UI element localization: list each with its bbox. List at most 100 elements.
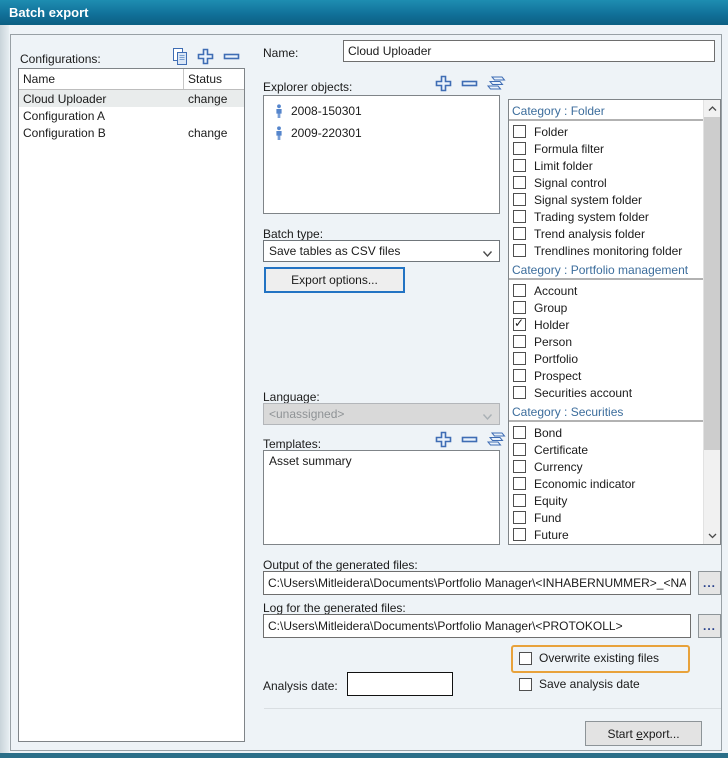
category-checkbox[interactable] bbox=[513, 318, 526, 331]
category-checkbox[interactable] bbox=[513, 284, 526, 297]
category-item[interactable]: Limit folder bbox=[509, 157, 703, 174]
copy-configuration-button[interactable] bbox=[169, 47, 190, 66]
category-header: Category : Folder bbox=[509, 100, 703, 121]
category-checkbox[interactable] bbox=[513, 142, 526, 155]
category-item[interactable]: Securities account bbox=[509, 384, 703, 401]
category-item[interactable]: Holder bbox=[509, 316, 703, 333]
category-checkbox[interactable] bbox=[513, 244, 526, 257]
category-item[interactable]: Trendlines monitoring folder bbox=[509, 242, 703, 259]
category-checkbox[interactable] bbox=[513, 443, 526, 456]
name-input[interactable] bbox=[343, 40, 715, 62]
category-item[interactable]: Portfolio bbox=[509, 350, 703, 367]
category-checkbox[interactable] bbox=[513, 511, 526, 524]
overwrite-checkbox[interactable] bbox=[519, 652, 532, 665]
category-item[interactable]: Future bbox=[509, 526, 703, 543]
person-icon bbox=[274, 126, 284, 141]
category-scrollbar[interactable] bbox=[703, 100, 720, 544]
category-item[interactable]: Trend analysis folder bbox=[509, 225, 703, 242]
remove-configuration-button[interactable] bbox=[221, 47, 242, 66]
browse-templates-button[interactable] bbox=[485, 430, 506, 449]
category-item[interactable]: Equity bbox=[509, 492, 703, 509]
category-checkbox[interactable] bbox=[513, 210, 526, 223]
column-header-status[interactable]: Status bbox=[183, 69, 244, 89]
scroll-up-icon bbox=[708, 106, 717, 112]
category-checkbox[interactable] bbox=[513, 386, 526, 399]
scroll-down-icon bbox=[708, 533, 717, 539]
category-checkbox[interactable] bbox=[513, 193, 526, 206]
plus-icon bbox=[434, 430, 453, 449]
config-row[interactable]: Cloud Uploader change bbox=[19, 90, 244, 107]
category-item-label: Certificate bbox=[534, 443, 588, 457]
category-item-label: Holder bbox=[534, 318, 569, 332]
remove-template-button[interactable] bbox=[459, 430, 480, 449]
scroll-down-button[interactable] bbox=[704, 527, 720, 544]
category-checkbox[interactable] bbox=[513, 477, 526, 490]
column-header-name[interactable]: Name bbox=[19, 69, 183, 89]
category-item-label: Group bbox=[534, 301, 567, 315]
output-browse-button[interactable]: ... bbox=[698, 571, 721, 595]
category-checkbox[interactable] bbox=[513, 528, 526, 541]
start-export-button[interactable]: Start export... bbox=[585, 721, 702, 746]
remove-explorer-object-button[interactable] bbox=[459, 74, 480, 93]
category-item-label: Fund bbox=[534, 511, 561, 525]
add-configuration-button[interactable] bbox=[195, 47, 216, 66]
config-status: change bbox=[183, 126, 244, 140]
category-item[interactable]: Person bbox=[509, 333, 703, 350]
add-template-button[interactable] bbox=[433, 430, 454, 449]
output-path-input[interactable] bbox=[263, 571, 691, 595]
config-row[interactable]: Configuration A bbox=[19, 107, 244, 124]
log-path-input[interactable] bbox=[263, 614, 691, 638]
category-item[interactable]: Group bbox=[509, 299, 703, 316]
category-item[interactable]: Bond bbox=[509, 424, 703, 441]
category-item[interactable]: Formula filter bbox=[509, 140, 703, 157]
category-checkbox[interactable] bbox=[513, 125, 526, 138]
category-item[interactable]: Account bbox=[509, 282, 703, 299]
category-item[interactable]: Currency bbox=[509, 458, 703, 475]
start-export-label: Start export... bbox=[607, 727, 679, 741]
category-item[interactable]: Certificate bbox=[509, 441, 703, 458]
category-checkbox[interactable] bbox=[513, 301, 526, 314]
footer-divider bbox=[264, 708, 721, 709]
category-checkbox[interactable] bbox=[513, 494, 526, 507]
explorer-item[interactable]: 2009-220301 bbox=[264, 122, 499, 144]
explorer-item[interactable]: 2008-150301 bbox=[264, 100, 499, 122]
export-options-button[interactable]: Export options... bbox=[264, 267, 405, 293]
category-item[interactable]: Signal control bbox=[509, 174, 703, 191]
category-checkbox[interactable] bbox=[513, 227, 526, 240]
batch-type-select[interactable]: Save tables as CSV files bbox=[263, 240, 500, 262]
cascade-icon bbox=[486, 75, 506, 92]
category-checkbox[interactable] bbox=[513, 159, 526, 172]
category-checkbox[interactable] bbox=[513, 335, 526, 348]
template-item[interactable]: Asset summary bbox=[264, 451, 499, 471]
category-item-label: Equity bbox=[534, 494, 567, 508]
category-checkbox[interactable] bbox=[513, 369, 526, 382]
configurations-list[interactable]: Name Status Cloud Uploader change Config… bbox=[18, 68, 245, 742]
category-item-label: Trend analysis folder bbox=[534, 227, 645, 241]
explorer-objects-list[interactable]: 2008-150301 2009-220301 bbox=[263, 95, 500, 214]
category-item[interactable]: Signal system folder bbox=[509, 191, 703, 208]
category-item[interactable]: Economic indicator bbox=[509, 475, 703, 492]
scroll-up-button[interactable] bbox=[704, 100, 720, 117]
analysis-date-input[interactable] bbox=[347, 672, 453, 696]
category-checkbox[interactable] bbox=[513, 426, 526, 439]
category-checkbox[interactable] bbox=[513, 176, 526, 189]
category-checkbox[interactable] bbox=[513, 352, 526, 365]
scrollbar-thumb[interactable] bbox=[704, 117, 720, 450]
configurations-label: Configurations: bbox=[20, 52, 101, 66]
category-item[interactable]: Trading system folder bbox=[509, 208, 703, 225]
category-item[interactable]: Fund bbox=[509, 509, 703, 526]
save-analysis-date-checkbox[interactable] bbox=[519, 678, 532, 691]
category-item[interactable]: Folder bbox=[509, 123, 703, 140]
category-item[interactable]: Prospect bbox=[509, 367, 703, 384]
templates-list[interactable]: Asset summary bbox=[263, 450, 500, 545]
category-list[interactable]: Category : Folder Folder Formula filter … bbox=[508, 99, 721, 545]
save-analysis-date-row[interactable]: Save analysis date bbox=[519, 677, 640, 691]
log-browse-button[interactable]: ... bbox=[698, 614, 721, 638]
dialog-title: Batch export bbox=[9, 5, 88, 20]
overwrite-checkbox-row[interactable]: Overwrite existing files bbox=[519, 651, 659, 665]
browse-explorer-objects-button[interactable] bbox=[485, 74, 506, 93]
category-checkbox[interactable] bbox=[513, 460, 526, 473]
config-row[interactable]: Configuration B change bbox=[19, 124, 244, 141]
category-item-label: Signal system folder bbox=[534, 193, 642, 207]
add-explorer-object-button[interactable] bbox=[433, 74, 454, 93]
